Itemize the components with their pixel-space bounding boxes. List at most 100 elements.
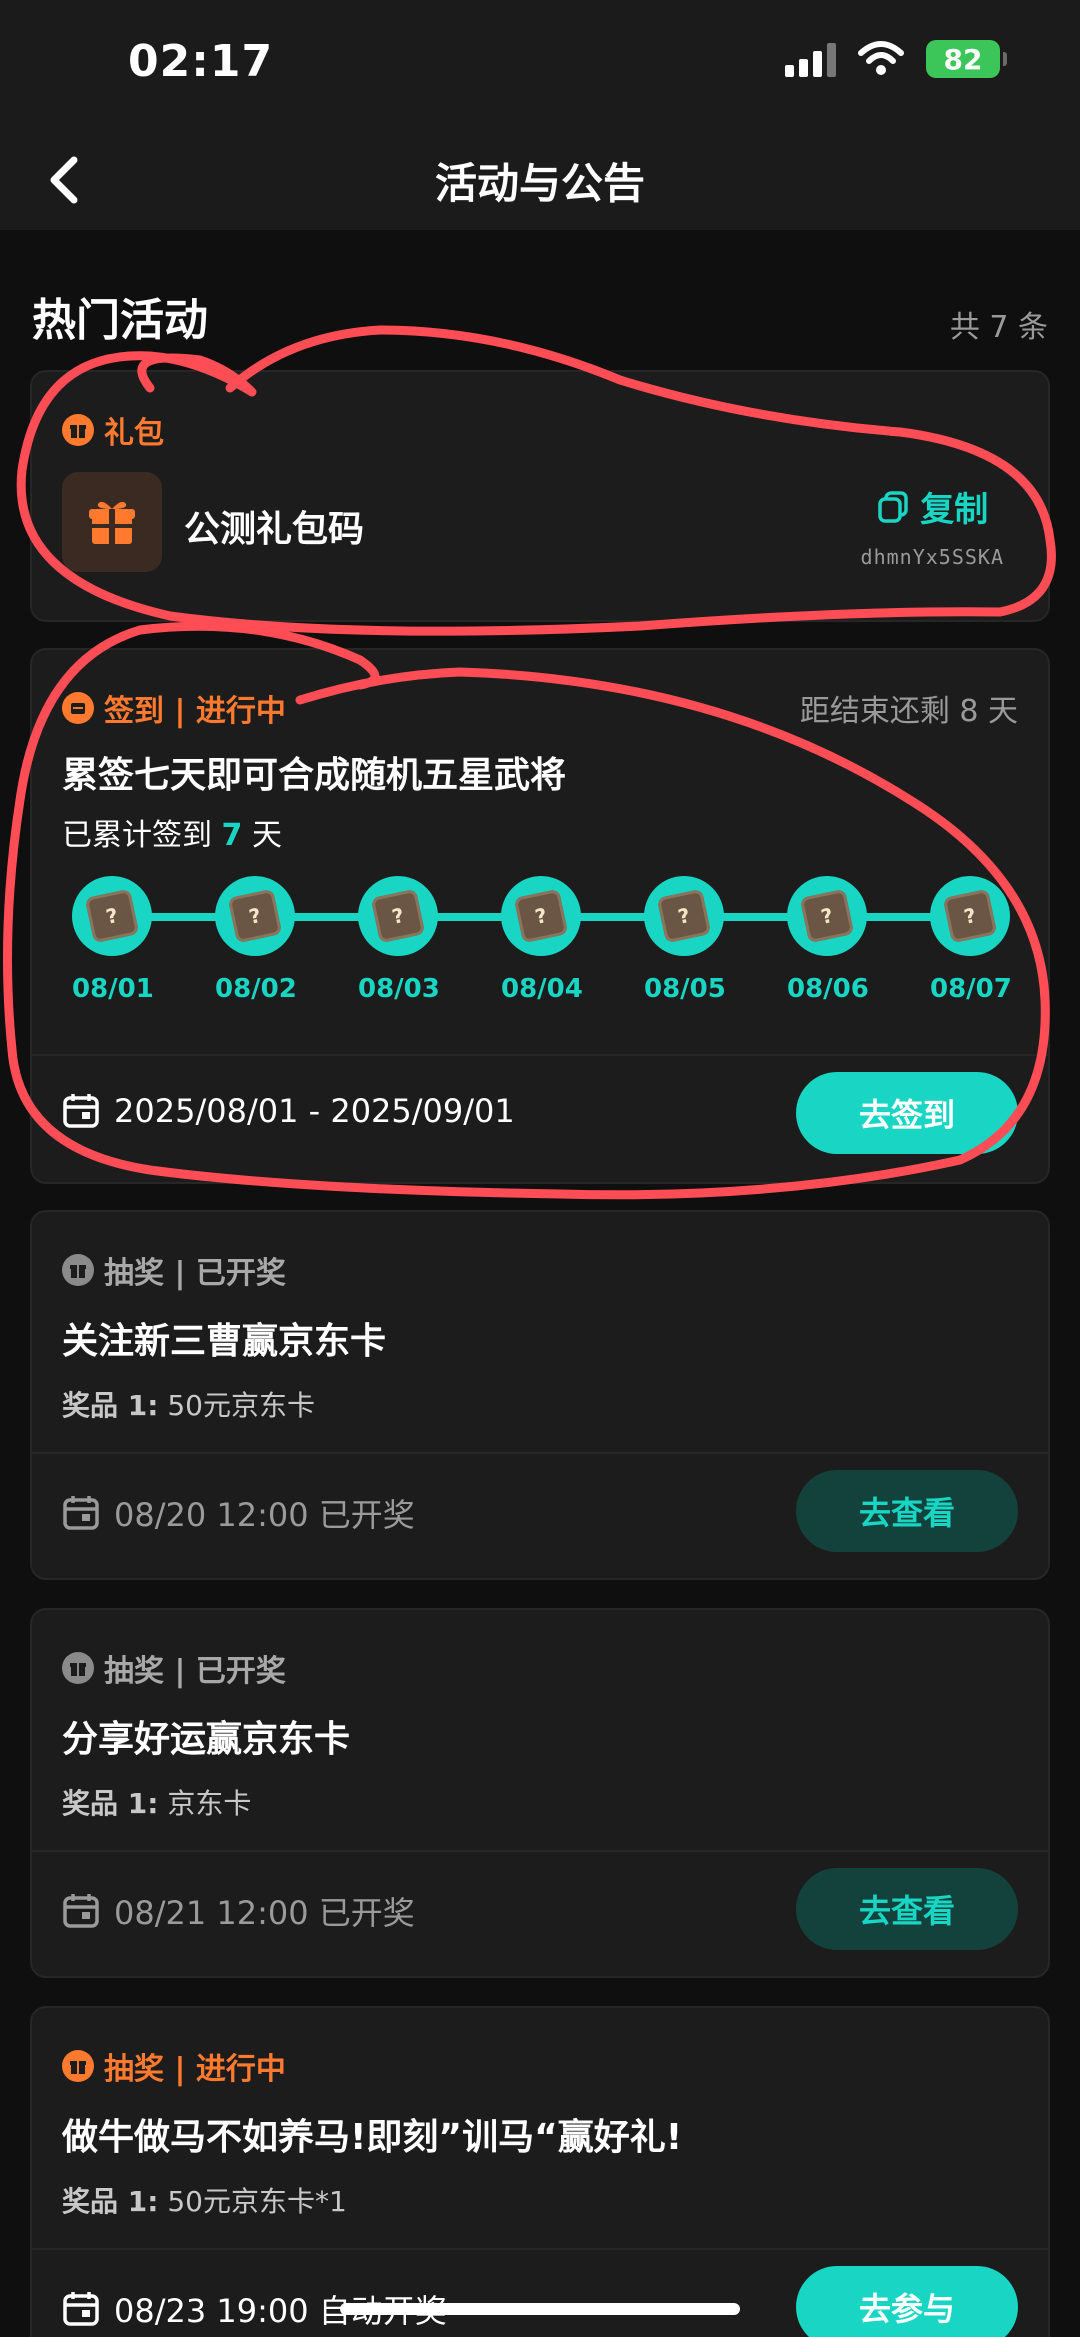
day-item: ? 08/06 bbox=[787, 876, 869, 1004]
day-label: 08/01 bbox=[72, 974, 154, 1004]
signin-tag-label: 签到 | 进行中 bbox=[104, 694, 286, 729]
status-time: 02:17 bbox=[128, 36, 274, 87]
day-circle: ? bbox=[644, 876, 724, 956]
battery-level: 82 bbox=[943, 42, 983, 76]
section-count: 共 7 条 bbox=[949, 310, 1048, 345]
puzzle-piece-icon: ? bbox=[799, 888, 855, 944]
lottery-tag-label: 抽奖 | 已开奖 bbox=[104, 1256, 286, 1291]
gift-tag-label: 礼包 bbox=[104, 416, 164, 451]
day-item: ? 08/05 bbox=[644, 876, 726, 1004]
gift-title: 公测礼包码 bbox=[184, 509, 365, 550]
prize-value: 50元京东卡*1 bbox=[167, 2185, 347, 2218]
battery-icon: 82 bbox=[926, 40, 1007, 78]
signin-timeline: ? 08/01 ? 08/02 ? 08/03 ? 08/04 ? 08/05 … bbox=[72, 876, 1012, 1004]
puzzle-piece-icon: ? bbox=[656, 888, 712, 944]
signed-count: 已累计签到 7 天 bbox=[62, 810, 282, 854]
lottery-tag-label: 抽奖 | 进行中 bbox=[104, 2052, 286, 2087]
remaining-time: 距结束还剩 8 天 bbox=[799, 694, 1018, 729]
divider bbox=[32, 1054, 1048, 1056]
signin-button[interactable]: 去签到 bbox=[796, 1072, 1018, 1154]
day-item: ? 08/07 bbox=[930, 876, 1012, 1004]
prize-label: 奖品 1: bbox=[62, 1787, 159, 1820]
lottery-card: 抽奖 | 已开奖 分享好运赢京东卡 奖品 1: 京东卡 08/21 12:00 … bbox=[30, 1608, 1050, 1978]
signin-tag: 签到 | 进行中 bbox=[62, 686, 286, 730]
calendar-icon bbox=[63, 2292, 99, 2326]
nav-bar: 活动与公告 bbox=[0, 130, 1080, 230]
calendar-icon bbox=[63, 1094, 99, 1128]
date-range: 2025/08/01 - 2025/09/01 bbox=[114, 1092, 515, 1130]
day-circle: ? bbox=[930, 876, 1010, 956]
puzzle-piece-icon: ? bbox=[513, 888, 569, 944]
section-title: 热门活动 bbox=[32, 295, 208, 346]
calendar-badge-icon bbox=[62, 692, 94, 724]
gift-card: 礼包 公测礼包码 复制 dhmnYx5SSKA bbox=[30, 370, 1050, 622]
join-button[interactable]: 去参与 bbox=[796, 2266, 1018, 2337]
signed-days: 7 bbox=[221, 818, 243, 853]
lottery-tag: 抽奖 | 已开奖 bbox=[62, 1646, 286, 1690]
page-title: 活动与公告 bbox=[434, 159, 645, 208]
puzzle-piece-icon: ? bbox=[942, 888, 998, 944]
divider bbox=[32, 1452, 1048, 1454]
calendar-icon bbox=[63, 1894, 99, 1928]
day-label: 08/05 bbox=[644, 974, 726, 1004]
gift-icon bbox=[62, 2050, 94, 2082]
copy-area: 复制 dhmnYx5SSKA bbox=[861, 482, 1004, 569]
view-button[interactable]: 去查看 bbox=[796, 1868, 1018, 1950]
day-circle: ? bbox=[501, 876, 581, 956]
signed-suffix: 天 bbox=[242, 818, 282, 853]
status-bar: 02:17 82 bbox=[0, 0, 1080, 130]
day-label: 08/02 bbox=[215, 974, 297, 1004]
divider bbox=[32, 2248, 1048, 2250]
day-item: ? 08/02 bbox=[215, 876, 297, 1004]
gift-icon bbox=[62, 414, 94, 446]
lottery-card: 抽奖 | 进行中 做牛做马不如养马!即刻”训马“赢好礼! 奖品 1: 50元京东… bbox=[30, 2006, 1050, 2337]
divider bbox=[32, 1850, 1048, 1852]
day-item: ? 08/04 bbox=[501, 876, 583, 1004]
day-label: 08/04 bbox=[501, 974, 583, 1004]
prize-label: 奖品 1: bbox=[62, 1389, 159, 1422]
calendar-icon bbox=[63, 1496, 99, 1530]
prize-row: 奖品 1: 50元京东卡 bbox=[62, 1384, 315, 1424]
gift-box-icon bbox=[62, 472, 162, 572]
prize-row: 奖品 1: 50元京东卡*1 bbox=[62, 2180, 347, 2220]
signin-card: 签到 | 进行中 距结束还剩 8 天 累签七天即可合成随机五星武将 已累计签到 … bbox=[30, 648, 1050, 1184]
draw-date-row: 08/20 12:00 已开奖 bbox=[62, 1490, 415, 1536]
day-circle: ? bbox=[215, 876, 295, 956]
lottery-title: 关注新三曹赢京东卡 bbox=[62, 1321, 387, 1362]
day-label: 08/06 bbox=[787, 974, 869, 1004]
day-circle: ? bbox=[358, 876, 438, 956]
signed-prefix: 已累计签到 bbox=[62, 818, 222, 853]
day-circle: ? bbox=[72, 876, 152, 956]
signin-title: 累签七天即可合成随机五星武将 bbox=[62, 755, 567, 796]
lottery-tag-label: 抽奖 | 已开奖 bbox=[104, 1654, 286, 1689]
gift-tag: 礼包 bbox=[62, 408, 164, 452]
draw-date: 08/20 12:00 已开奖 bbox=[114, 1496, 415, 1534]
lottery-card: 抽奖 | 已开奖 关注新三曹赢京东卡 奖品 1: 50元京东卡 08/20 12… bbox=[30, 1210, 1050, 1580]
lottery-tag: 抽奖 | 已开奖 bbox=[62, 1248, 286, 1292]
status-icons: 82 bbox=[785, 40, 1007, 78]
lottery-title: 做牛做马不如养马!即刻”训马“赢好礼! bbox=[62, 2117, 683, 2158]
signal-icon bbox=[785, 41, 836, 77]
home-indicator bbox=[340, 2303, 740, 2315]
gift-icon bbox=[62, 1254, 94, 1286]
day-label: 08/03 bbox=[358, 974, 440, 1004]
draw-date-row: 08/21 12:00 已开奖 bbox=[62, 1888, 415, 1934]
puzzle-piece-icon: ? bbox=[370, 888, 426, 944]
prize-value: 京东卡 bbox=[167, 1787, 252, 1820]
puzzle-piece-icon: ? bbox=[84, 888, 140, 944]
day-item: ? 08/03 bbox=[358, 876, 440, 1004]
gift-code: dhmnYx5SSKA bbox=[860, 545, 1004, 569]
lottery-tag: 抽奖 | 进行中 bbox=[62, 2044, 286, 2088]
day-circle: ? bbox=[787, 876, 867, 956]
prize-row: 奖品 1: 京东卡 bbox=[62, 1782, 251, 1822]
copy-icon bbox=[878, 490, 909, 523]
day-item: ? 08/01 bbox=[72, 876, 154, 1004]
draw-date: 08/21 12:00 已开奖 bbox=[114, 1894, 415, 1932]
view-button[interactable]: 去查看 bbox=[796, 1470, 1018, 1552]
puzzle-piece-icon: ? bbox=[227, 888, 283, 944]
gift-icon bbox=[62, 1652, 94, 1684]
copy-button[interactable]: 复制 bbox=[861, 482, 1004, 531]
wifi-icon bbox=[858, 41, 904, 75]
prize-value: 50元京东卡 bbox=[167, 1389, 315, 1422]
prize-label: 奖品 1: bbox=[62, 2185, 159, 2218]
